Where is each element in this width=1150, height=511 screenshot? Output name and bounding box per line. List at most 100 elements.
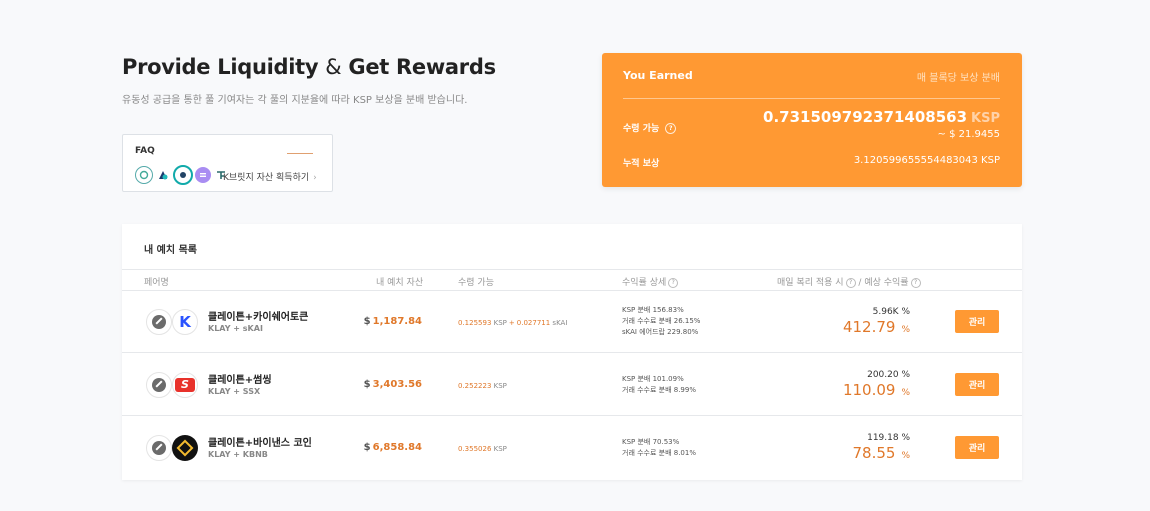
klay-token-icon — [146, 435, 172, 461]
apr-unit: % — [901, 388, 910, 398]
klay-token-icon — [146, 309, 172, 335]
detail-line: KSP 분배 101.09% — [622, 375, 684, 383]
pair-name: 클레이튼+썸씽 — [208, 375, 272, 386]
claim-ksp: 0.355026 — [458, 445, 492, 453]
accumulated-amount: 3.120599655554483043 KSP — [853, 155, 1000, 166]
claimable-amounts: 0.252223 KSP — [458, 382, 507, 390]
help-icon[interactable]: ? — [910, 277, 921, 288]
deposit-asset: $3,403.56 — [364, 379, 422, 390]
apr-expected-value: 110.09 — [842, 381, 896, 399]
table-header: 페어명 내 예치 자산 수령 가능 수익률 상세? 매일 복리 적용 시? / … — [122, 269, 1022, 291]
claim-plus: + — [508, 319, 515, 327]
apr-expected: 78.55% — [852, 444, 910, 462]
pair-name: 클레이튼+바이낸스 코인 — [208, 438, 312, 449]
faq-divider — [287, 153, 313, 154]
apr-compound: 200.20 % — [867, 370, 910, 380]
claimable-label-text: 수령 가능 — [623, 124, 660, 134]
faq-box: FAQ K브릿지 자산 획득하기 › — [122, 134, 333, 192]
detail-line: sKAI 에어드랍 229.80% — [622, 328, 699, 336]
detail-line: KSP 분배 70.53% — [622, 438, 680, 446]
manage-button[interactable]: 관리 — [955, 436, 999, 459]
apr-expected: 110.09% — [843, 381, 910, 399]
bridge-asset-link[interactable]: K브릿지 자산 획득하기 › — [223, 170, 317, 183]
apr-expected-value: 412.79 — [842, 318, 896, 336]
claimable-usd: ~ $ 21.9455 — [937, 129, 1000, 140]
per-block-label: 매 블록당 보상 분배 — [916, 73, 1000, 84]
deposit-list-title: 내 예치 목록 — [144, 245, 197, 256]
claimable-amounts: 0.125593 KSP +0.027711 sKAI — [458, 319, 567, 327]
deposit-asset: $6,858.84 — [364, 442, 422, 453]
deposit-asset: $1,187.84 — [364, 316, 422, 327]
claimable-amount-value: 0.731509792371408563 — [763, 108, 968, 126]
yield-detail: KSP 분배 156.83% 거래 수수료 분배 26.15% sKAI 에어드… — [622, 305, 700, 338]
faq-title: FAQ — [135, 146, 155, 156]
header-detail-text: 수익률 상세 — [622, 278, 667, 288]
apr-compound: 119.18 % — [867, 433, 910, 443]
earned-divider — [623, 98, 1000, 99]
claim-ksp-unit: KSP — [493, 319, 507, 327]
faq-token-icons — [135, 165, 231, 185]
asset-dollar: $ — [363, 442, 371, 453]
earned-title: You Earned — [623, 69, 693, 82]
claimable-unit: KSP — [971, 111, 1000, 126]
header-claimable: 수령 가능 — [458, 278, 494, 288]
apr-unit: % — [901, 451, 910, 461]
pair-symbol: KLAY + sKAI — [208, 324, 263, 333]
accumulated-label: 누적 보상 — [623, 159, 660, 169]
token-icon-2 — [155, 167, 171, 183]
pair-symbol: KLAY + KBNB — [208, 450, 268, 459]
pair-name: 클레이튼+카이쉐어토큰 — [208, 312, 309, 323]
claim-ksp-unit: KSP — [493, 445, 507, 453]
token-icon-3 — [173, 165, 193, 185]
header-pair: 페어명 — [144, 278, 169, 288]
manage-button[interactable]: 관리 — [955, 373, 999, 396]
help-icon[interactable]: ? — [668, 277, 679, 288]
title-part-1: Provide Liquidity — [122, 55, 319, 79]
claimable-label: 수령 가능? — [623, 121, 677, 134]
skai-token-icon: K — [172, 309, 198, 335]
token-icon-4 — [195, 167, 211, 183]
pair-symbol: KLAY + SSX — [208, 387, 261, 396]
header-apr-text: 매일 복리 적용 시 — [777, 278, 844, 288]
header-apr: 매일 복리 적용 시? / 예상 수익률? — [777, 275, 921, 288]
manage-button[interactable]: 관리 — [955, 310, 999, 333]
header-expected-text: / 예상 수익률 — [858, 278, 909, 288]
claimable-amount: 0.731509792371408563 KSP — [763, 108, 1000, 126]
detail-line: 거래 수수료 분배 8.01% — [622, 449, 696, 457]
table-row: 클레이튼+바이낸스 코인 KLAY + KBNB $6,858.84 0.355… — [122, 417, 1022, 479]
claim-ksp-unit: KSP — [493, 382, 507, 390]
apr-unit: % — [901, 325, 910, 335]
chevron-right-icon: › — [313, 173, 317, 183]
help-icon[interactable]: ? — [845, 277, 856, 288]
claim-skai-unit: sKAI — [552, 319, 568, 327]
apr-expected-value: 78.55 — [852, 444, 896, 462]
help-icon[interactable]: ? — [665, 123, 677, 134]
asset-dollar: $ — [363, 379, 371, 390]
bridge-asset-link-label: K브릿지 자산 획득하기 — [223, 173, 310, 183]
claim-ksp: 0.125593 — [458, 319, 492, 327]
apr-compound: 5.96K % — [872, 307, 910, 317]
title-ampersand: & — [325, 55, 342, 79]
earned-card: You Earned 매 블록당 보상 분배 수령 가능? 0.73150979… — [602, 53, 1022, 187]
header-detail: 수익률 상세? — [622, 275, 679, 288]
asset-value: 3,403.56 — [372, 379, 422, 390]
asset-value: 6,858.84 — [372, 442, 422, 453]
asset-dollar: $ — [363, 316, 371, 327]
table-row: K 클레이튼+카이쉐어토큰 KLAY + sKAI $1,187.84 0.12… — [122, 291, 1022, 353]
table-row: S 클레이튼+썸씽 KLAY + SSX $3,403.56 0.252223 … — [122, 354, 1022, 416]
claim-skai: 0.027711 — [516, 319, 551, 327]
detail-line: 거래 수수료 분배 26.15% — [622, 317, 701, 325]
yield-detail: KSP 분배 70.53% 거래 수수료 분배 8.01% — [622, 437, 696, 459]
detail-line: KSP 분배 156.83% — [622, 306, 684, 314]
token-icon-1 — [135, 166, 153, 184]
header-asset: 내 예치 자산 — [376, 278, 424, 288]
yield-detail: KSP 분배 101.09% 거래 수수료 분배 8.99% — [622, 374, 696, 396]
ssx-token-icon: S — [172, 372, 198, 398]
detail-line: 거래 수수료 분배 8.99% — [622, 386, 696, 394]
asset-value: 1,187.84 — [372, 316, 422, 327]
kbnb-token-icon — [172, 435, 198, 461]
page-subtitle: 유동성 공급을 통한 풀 기여자는 각 풀의 지분율에 따라 KSP 보상을 분… — [122, 95, 468, 106]
klay-token-icon — [146, 372, 172, 398]
page-title: Provide Liquidity & Get Rewards — [122, 55, 496, 79]
apr-expected: 412.79% — [843, 318, 910, 336]
